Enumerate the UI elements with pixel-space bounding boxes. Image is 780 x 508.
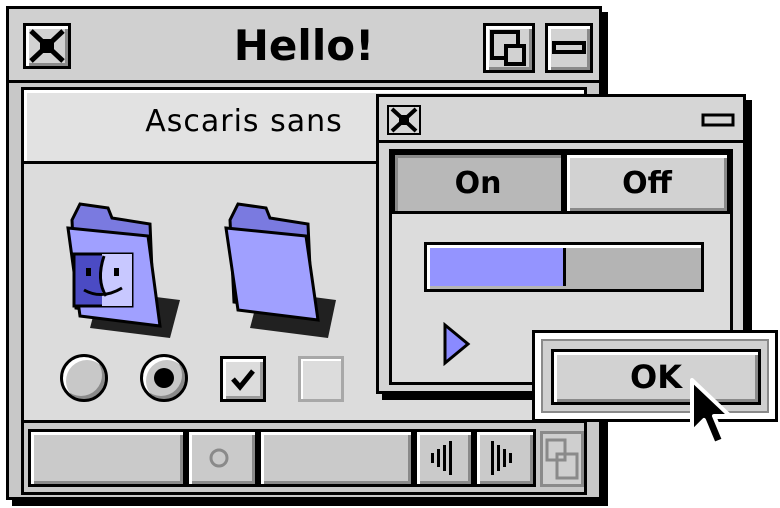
checkmark-icon (231, 369, 255, 391)
checkbox-disabled (298, 356, 344, 402)
ok-label: OK (630, 358, 682, 396)
bottom-segment-left-arrow[interactable] (414, 429, 474, 487)
zoom-box-icon (490, 30, 526, 66)
bottom-segment-right[interactable] (258, 429, 414, 487)
segment-on-label: On (454, 165, 502, 201)
secondary-titlebar[interactable] (379, 97, 743, 143)
grow-box[interactable] (540, 431, 584, 487)
bottom-segment-center-button[interactable] (186, 429, 258, 487)
dot-icon (209, 448, 229, 468)
progress-bar (424, 242, 704, 292)
zoom-button[interactable] (483, 23, 535, 73)
close-button[interactable] (23, 23, 71, 69)
bottom-control-bar (24, 420, 584, 492)
ok-dialog: OK (532, 330, 778, 422)
resize-icon (545, 438, 579, 480)
disclosure-triangle-icon[interactable] (442, 322, 472, 366)
folder-icon[interactable] (216, 200, 346, 340)
secondary-close-button[interactable] (387, 105, 421, 135)
window-title: Hello! (233, 21, 375, 70)
main-titlebar[interactable]: Hello! (9, 9, 599, 83)
windowshade-icon (552, 41, 586, 54)
font-name-label: Ascaris sans (145, 104, 343, 139)
radio-button-selected[interactable] (140, 354, 188, 402)
bottom-segment-right-arrow[interactable] (474, 429, 536, 487)
windowshade-icon (701, 113, 735, 127)
finder-folder-icon[interactable] (60, 200, 190, 340)
close-box-icon (29, 29, 65, 63)
scroll-right-bars-icon (491, 441, 512, 475)
collapse-button[interactable] (545, 23, 593, 73)
segment-on-button[interactable]: On (392, 152, 564, 214)
bottom-segment-left[interactable] (28, 429, 186, 487)
scroll-left-bars-icon (431, 441, 452, 475)
segment-off-label: Off (622, 165, 672, 201)
progress-fill (430, 248, 566, 286)
secondary-collapse-button[interactable] (701, 109, 735, 131)
segment-off-button[interactable]: Off (564, 152, 730, 214)
ok-button-frame: OK (541, 339, 769, 413)
radio-selected-dot (154, 368, 174, 388)
close-box-icon (387, 105, 421, 135)
radio-button-unselected[interactable] (60, 354, 108, 402)
arrow-cursor-icon (690, 378, 732, 446)
checkbox-checked[interactable] (220, 356, 266, 402)
